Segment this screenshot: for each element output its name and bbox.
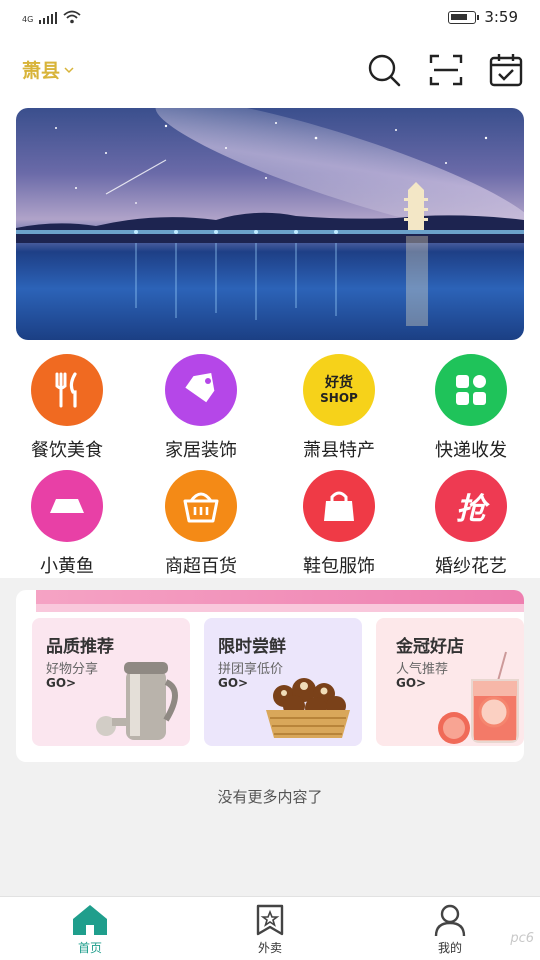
tab-label: 外卖 [257, 941, 282, 955]
promo-card-fresh[interactable]: 限时尝鲜 拼团享低价 GO> [204, 618, 362, 746]
category-label: 商超百货 [165, 556, 237, 577]
category-icon-bg [31, 354, 103, 426]
night-lake-scene [16, 108, 524, 326]
scan-icon[interactable] [428, 52, 464, 88]
category-supermarket[interactable]: 商超百货 [146, 470, 256, 578]
promo-section: 品质推荐 好物分享 GO> 限时尝鲜 拼团享低价 GO> 金冠好店 人气推荐 G… [16, 590, 524, 762]
promo-go: GO> [396, 676, 427, 690]
battery-icon [448, 10, 480, 24]
calendar-icon[interactable] [488, 52, 524, 88]
grid-icon [456, 375, 486, 405]
status-time: 3:59 [484, 8, 518, 26]
promo-go: GO> [218, 676, 249, 690]
shop-badge-line2: SHOP [320, 391, 358, 405]
category-label: 小黄鱼 [40, 556, 94, 577]
promo-subtitle: 好物分享 [46, 662, 99, 677]
category-food[interactable]: 餐饮美食 [12, 354, 122, 462]
category-icon-bg [165, 470, 237, 542]
home-icon [73, 905, 107, 935]
status-left: 4G [22, 10, 81, 24]
category-label: 快递收发 [435, 440, 507, 461]
category-icon-bg [165, 354, 237, 426]
chevron-down-icon [64, 66, 74, 73]
fork-knife-icon [55, 372, 77, 408]
chestnut-basket-image [266, 678, 350, 738]
status-bar: 4G 3:59 [0, 0, 540, 36]
grab-char-icon: 抢 [456, 492, 486, 527]
tab-label: 我的 [437, 941, 462, 955]
search-icon[interactable] [366, 52, 402, 88]
promo-banner-strip [36, 590, 524, 612]
promo-title: 限时尝鲜 [218, 637, 286, 657]
promo-card-top-store[interactable]: 金冠好店 人气推荐 GO> [376, 618, 524, 746]
no-more-content: 没有更多内容了 [217, 788, 323, 806]
banner-image[interactable] [16, 108, 524, 340]
category-label: 餐饮美食 [31, 440, 103, 461]
bottom-tab-bar: 首页 外卖 我的 pc6 [0, 896, 540, 960]
category-express[interactable]: 快递收发 [416, 354, 526, 462]
tab-profile[interactable]: 我的 [410, 903, 490, 956]
tab-label: 首页 [77, 941, 102, 955]
tab-home[interactable]: 首页 [50, 903, 130, 956]
promo-card-quality[interactable]: 品质推荐 好物分享 GO> [32, 618, 190, 746]
category-label: 婚纱花艺 [435, 556, 507, 577]
category-icon-bg: 抢 [435, 470, 507, 542]
grapefruit-juice-image [438, 651, 519, 744]
shop-badge-line1: 好货 [325, 375, 353, 391]
category-label: 鞋包服饰 [303, 556, 375, 577]
price-tag-icon [185, 372, 215, 403]
watermark-text: pc6 [510, 931, 534, 946]
header: 萧县 [0, 44, 540, 92]
category-icon-bg: 好货 SHOP [303, 354, 375, 426]
category-wedding-flowers[interactable]: 抢 婚纱花艺 [416, 470, 526, 578]
category-local-specialty[interactable]: 好货 SHOP 萧县特产 [284, 354, 394, 462]
city-selector[interactable]: 萧县 [22, 56, 74, 83]
tab-takeout[interactable]: 外卖 [230, 903, 310, 956]
category-icon-bg [31, 470, 103, 542]
category-label: 家居装饰 [165, 440, 237, 461]
signal-icon [39, 12, 58, 24]
bookmark-star-icon [256, 904, 284, 936]
kettle-image [96, 662, 178, 740]
promo-title: 品质推荐 [46, 637, 114, 657]
category-icon-bg [435, 354, 507, 426]
network-type: 4G [22, 15, 34, 24]
promo-go: GO> [46, 676, 77, 690]
bag-icon [324, 491, 354, 521]
status-right: 3:59 [448, 8, 518, 26]
category-shoes-bags[interactable]: 鞋包服饰 [284, 470, 394, 578]
user-icon [434, 904, 466, 937]
category-label: 萧县特产 [303, 440, 375, 461]
category-yellow-fish[interactable]: 小黄鱼 [12, 470, 122, 578]
wifi-icon [63, 10, 81, 24]
basket-icon [183, 492, 219, 523]
category-icon-bg [303, 470, 375, 542]
city-name: 萧县 [22, 60, 61, 82]
rectangle-icon [50, 499, 84, 513]
category-home-decor[interactable]: 家居装饰 [146, 354, 256, 462]
